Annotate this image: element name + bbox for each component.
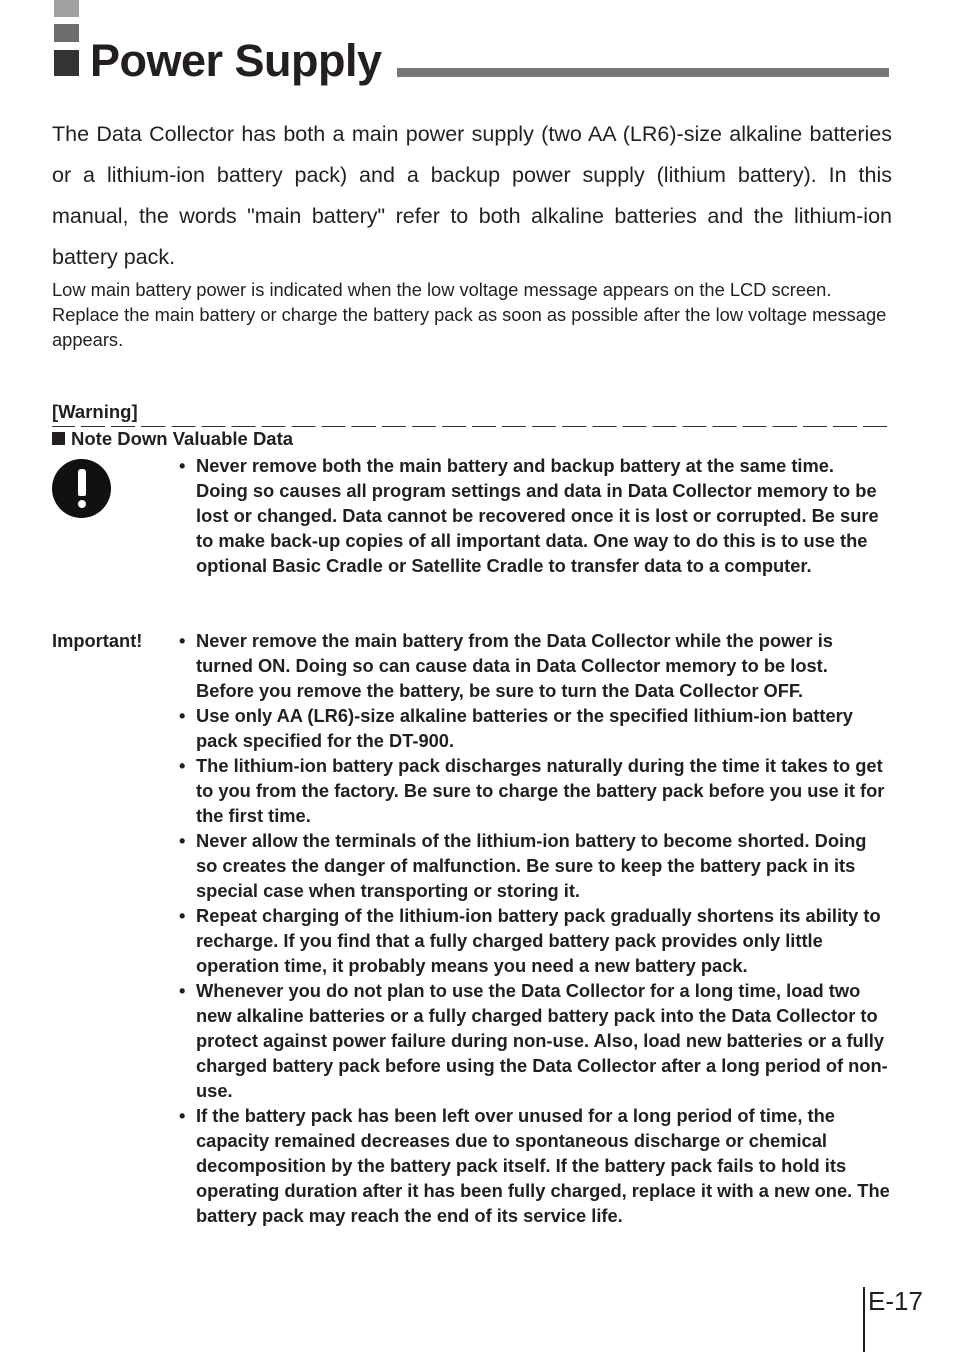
important-item: Whenever you do not plan to use the Data… <box>178 978 890 1103</box>
important-item: Never remove the main battery from the D… <box>178 628 890 703</box>
page-number-rule <box>863 1287 865 1352</box>
title-rule <box>397 68 889 77</box>
dashed-divider <box>52 426 890 427</box>
intro-paragraph: The Data Collector has both a main power… <box>52 122 892 269</box>
page-number: E-17 <box>868 1286 923 1316</box>
page-title: Power Supply <box>90 35 382 86</box>
heading-square-mid <box>54 24 79 42</box>
important-item: Use only AA (LR6)-size alkaline batterie… <box>178 703 890 753</box>
square-bullet-icon <box>52 432 65 445</box>
warning-label: [Warning] <box>52 401 138 422</box>
important-item: Never allow the terminals of the lithium… <box>178 828 890 903</box>
exclamation-circle-icon <box>52 459 111 518</box>
important-item: Repeat charging of the lithium-ion batte… <box>178 903 890 978</box>
important-list: Never remove the main battery from the D… <box>178 628 890 1228</box>
warning-subheading: Note Down Valuable Data <box>52 428 293 450</box>
warning-item: Never remove both the main battery and b… <box>178 453 890 578</box>
warning-subheading-text: Note Down Valuable Data <box>71 428 294 449</box>
heading-square-light <box>54 0 79 17</box>
heading-square-dark <box>54 50 79 76</box>
important-item: If the battery pack has been left over u… <box>178 1103 890 1228</box>
low-battery-note: Low main battery power is indicated when… <box>52 279 887 350</box>
important-item: The lithium-ion battery pack discharges … <box>178 753 890 828</box>
warning-list: Never remove both the main battery and b… <box>178 453 890 578</box>
important-label: Important! <box>52 630 143 651</box>
